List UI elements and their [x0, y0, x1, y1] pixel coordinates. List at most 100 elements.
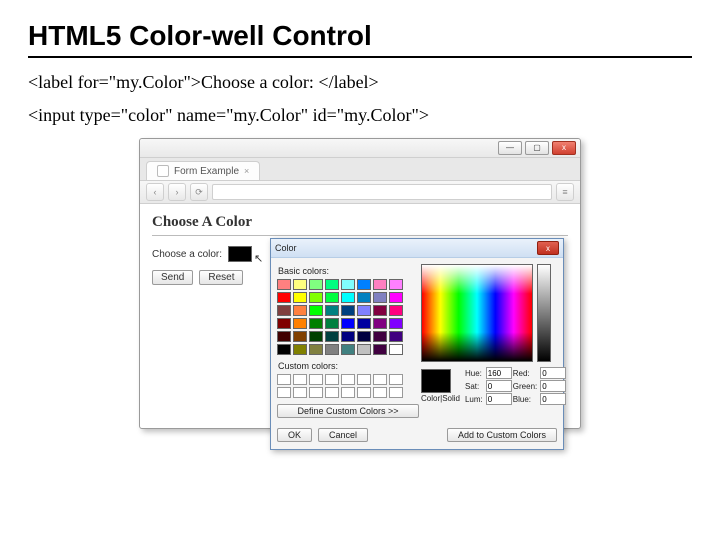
red-label: Red:: [513, 369, 537, 378]
custom-color-swatch[interactable]: [341, 387, 355, 398]
basic-color-swatch[interactable]: [373, 292, 387, 303]
basic-color-swatch[interactable]: [357, 292, 371, 303]
basic-color-swatch[interactable]: [309, 318, 323, 329]
dialog-titlebar: Color x: [271, 239, 563, 258]
basic-color-swatch[interactable]: [389, 279, 403, 290]
basic-color-swatch[interactable]: [341, 318, 355, 329]
basic-color-swatch[interactable]: [309, 331, 323, 342]
color-spectrum[interactable]: [421, 264, 533, 362]
basic-color-swatch[interactable]: [373, 318, 387, 329]
basic-color-swatch[interactable]: [325, 331, 339, 342]
blue-label: Blue:: [513, 395, 537, 404]
basic-color-swatch[interactable]: [389, 318, 403, 329]
basic-color-swatch[interactable]: [389, 344, 403, 355]
hue-label: Hue:: [465, 369, 483, 378]
basic-color-swatch[interactable]: [389, 331, 403, 342]
custom-color-swatch[interactable]: [341, 374, 355, 385]
basic-color-swatch[interactable]: [293, 292, 307, 303]
window-close-button[interactable]: x: [552, 141, 576, 155]
custom-color-swatch[interactable]: [357, 374, 371, 385]
custom-color-swatch[interactable]: [373, 374, 387, 385]
basic-color-swatch[interactable]: [309, 344, 323, 355]
basic-color-swatch[interactable]: [389, 292, 403, 303]
custom-color-swatch[interactable]: [309, 387, 323, 398]
red-field[interactable]: [540, 367, 566, 379]
nav-forward-button[interactable]: ›: [168, 183, 186, 201]
custom-color-swatch[interactable]: [325, 387, 339, 398]
custom-color-swatch[interactable]: [277, 374, 291, 385]
nav-back-button[interactable]: ‹: [146, 183, 164, 201]
custom-color-swatch[interactable]: [357, 387, 371, 398]
basic-color-swatch[interactable]: [357, 305, 371, 316]
luminance-slider[interactable]: [537, 264, 551, 362]
basic-color-swatch[interactable]: [325, 279, 339, 290]
basic-color-swatch[interactable]: [341, 305, 355, 316]
basic-color-swatch[interactable]: [373, 344, 387, 355]
basic-color-swatch[interactable]: [325, 292, 339, 303]
window-minimize-button[interactable]: —: [498, 141, 522, 155]
basic-color-swatch[interactable]: [293, 344, 307, 355]
custom-color-swatch[interactable]: [373, 387, 387, 398]
lum-field[interactable]: [486, 393, 512, 405]
browser-tab[interactable]: Form Example ×: [146, 161, 260, 180]
custom-color-swatch[interactable]: [277, 387, 291, 398]
basic-color-swatch[interactable]: [389, 305, 403, 316]
custom-color-swatch[interactable]: [325, 374, 339, 385]
basic-color-swatch[interactable]: [325, 344, 339, 355]
custom-color-swatch[interactable]: [293, 387, 307, 398]
nav-reload-button[interactable]: ⟳: [190, 183, 208, 201]
dialog-close-button[interactable]: x: [537, 241, 559, 255]
basic-color-swatch[interactable]: [293, 279, 307, 290]
basic-color-swatch[interactable]: [277, 318, 291, 329]
color-input[interactable]: [228, 246, 252, 262]
basic-color-swatch[interactable]: [277, 279, 291, 290]
basic-color-swatch[interactable]: [341, 331, 355, 342]
custom-color-swatch[interactable]: [389, 374, 403, 385]
dialog-ok-button[interactable]: OK: [277, 428, 312, 442]
add-to-custom-button[interactable]: Add to Custom Colors: [447, 428, 557, 442]
blue-field[interactable]: [540, 393, 566, 405]
basic-color-swatch[interactable]: [309, 292, 323, 303]
basic-color-swatch[interactable]: [325, 305, 339, 316]
dialog-cancel-button[interactable]: Cancel: [318, 428, 368, 442]
basic-color-swatch[interactable]: [357, 344, 371, 355]
send-button[interactable]: Send: [152, 270, 193, 285]
green-field[interactable]: [540, 380, 566, 392]
browser-window: — ▢ x Form Example × ‹ › ⟳ ≡: [139, 138, 581, 429]
basic-color-swatch[interactable]: [277, 305, 291, 316]
custom-colors-grid[interactable]: [277, 374, 413, 398]
basic-color-swatch[interactable]: [357, 318, 371, 329]
basic-color-swatch[interactable]: [293, 331, 307, 342]
custom-color-swatch[interactable]: [389, 387, 403, 398]
basic-color-swatch[interactable]: [373, 305, 387, 316]
basic-color-swatch[interactable]: [373, 279, 387, 290]
custom-color-swatch[interactable]: [293, 374, 307, 385]
basic-color-swatch[interactable]: [341, 344, 355, 355]
basic-color-swatch[interactable]: [341, 292, 355, 303]
basic-color-swatch[interactable]: [277, 292, 291, 303]
window-maximize-button[interactable]: ▢: [525, 141, 549, 155]
custom-color-swatch[interactable]: [309, 374, 323, 385]
basic-color-swatch[interactable]: [293, 318, 307, 329]
nav-menu-button[interactable]: ≡: [556, 183, 574, 201]
basic-color-swatch[interactable]: [357, 331, 371, 342]
basic-color-swatch[interactable]: [357, 279, 371, 290]
basic-colors-grid[interactable]: [277, 279, 413, 355]
basic-color-swatch[interactable]: [309, 279, 323, 290]
sat-field[interactable]: [486, 380, 512, 392]
hue-field[interactable]: [486, 367, 512, 379]
basic-color-swatch[interactable]: [309, 305, 323, 316]
define-custom-colors-button[interactable]: Define Custom Colors >>: [277, 404, 419, 418]
page-content: Choose A Color Choose a color: ↖ Send Re…: [140, 204, 580, 428]
basic-color-swatch[interactable]: [341, 279, 355, 290]
basic-color-swatch[interactable]: [325, 318, 339, 329]
color-preview-swatch: [421, 369, 451, 393]
basic-color-swatch[interactable]: [373, 331, 387, 342]
slide-heading: HTML5 Color-well Control: [28, 20, 692, 52]
reset-button[interactable]: Reset: [199, 270, 243, 285]
address-bar[interactable]: [212, 184, 552, 200]
basic-color-swatch[interactable]: [277, 331, 291, 342]
tab-close-icon[interactable]: ×: [244, 166, 249, 176]
basic-color-swatch[interactable]: [277, 344, 291, 355]
basic-color-swatch[interactable]: [293, 305, 307, 316]
